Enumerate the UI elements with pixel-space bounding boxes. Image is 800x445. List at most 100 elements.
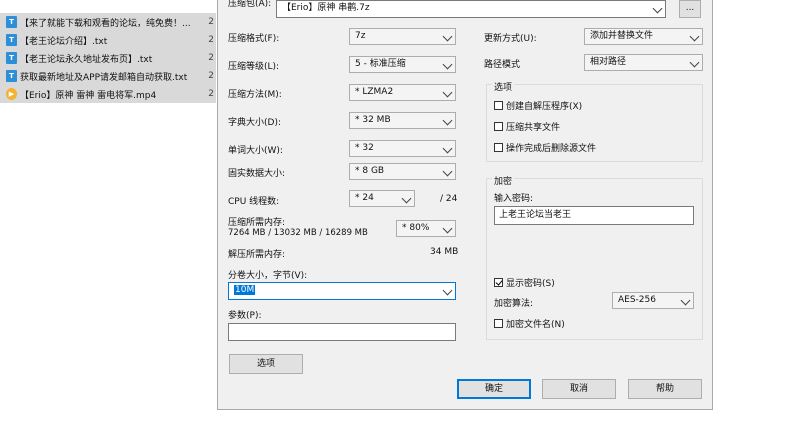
solid-select[interactable]: * 8 GB — [349, 163, 456, 180]
file-size: 2 — [208, 53, 214, 63]
chevron-down-icon — [442, 87, 453, 98]
show-password-checkbox[interactable]: 显示密码(S) — [494, 276, 555, 289]
dict-select[interactable]: * 32 MB — [349, 112, 456, 129]
checkbox-icon — [494, 122, 503, 131]
volume-size-combo[interactable]: 10M — [228, 282, 456, 300]
chevron-down-icon — [401, 193, 412, 204]
mem-label: 压缩所需内存: — [228, 218, 286, 228]
file-row[interactable]: ▶ 【Erio】原神 雷神 雷电将军.mp4 2 — [0, 85, 216, 103]
params-label: 参数(P): — [228, 311, 262, 321]
encryption-method-select[interactable]: AES-256 — [612, 292, 694, 309]
add-to-archive-dialog: 压缩包(A): 【Erio】原神 串鹳.7z ... 压缩格式(F): 7z 压… — [217, 0, 713, 410]
video-file-icon: ▶ — [6, 88, 17, 100]
decomp-value: 34 MB — [430, 247, 459, 257]
path-mode-select[interactable]: 相对路径 — [584, 54, 703, 71]
params-input[interactable] — [228, 323, 456, 341]
memory-percent-value: * 80% — [402, 223, 430, 233]
delete-after-checkbox[interactable]: 操作完成后删除源文件 — [494, 141, 596, 154]
method-label: 压缩方法(M): — [228, 90, 282, 100]
chevron-down-icon — [442, 143, 453, 154]
chevron-down-icon — [652, 3, 663, 14]
threads-select[interactable]: * 24 — [349, 190, 415, 207]
chevron-down-icon — [442, 59, 453, 70]
chevron-down-icon — [442, 223, 453, 234]
file-name: 【老王论坛介绍】.txt — [20, 36, 108, 47]
file-size: 2 — [208, 89, 214, 99]
create-sfx-label: 创建自解压程序(X) — [506, 102, 583, 112]
txt-file-icon: T — [6, 52, 17, 64]
method-select[interactable]: * LZMA2 — [349, 84, 456, 101]
chevron-down-icon — [442, 31, 453, 42]
word-label: 单词大小(W): — [228, 146, 283, 156]
chevron-down-icon — [442, 166, 453, 177]
path-label: 路径模式 — [484, 60, 521, 70]
mem-detail: 7264 MB / 13032 MB / 16289 MB — [228, 228, 368, 238]
chevron-down-icon — [442, 115, 453, 126]
checkbox-icon — [494, 101, 503, 110]
archive-name-combo[interactable]: 【Erio】原神 串鹳.7z — [276, 0, 666, 18]
file-name: 【老王论坛永久地址发布页】.txt — [20, 54, 153, 65]
volume-label: 分卷大小，字节(V): — [228, 271, 308, 281]
delete-after-label: 操作完成后删除源文件 — [506, 144, 597, 154]
file-row[interactable]: T 获取最新地址及APP请发邮箱自动获取.txt 2 — [0, 67, 216, 85]
file-row[interactable]: T 【来了就能下载和观看的论坛，纯免费！... 2 — [0, 13, 216, 31]
threads-max: / 24 — [440, 194, 458, 204]
file-name: 【来了就能下载和观看的论坛，纯免费！... — [20, 18, 191, 29]
volume-size-value: 10M — [234, 285, 256, 295]
cancel-button[interactable]: 取消 — [542, 379, 616, 399]
method-value: * LZMA2 — [355, 87, 394, 97]
password-input[interactable]: 上老王论坛当老王 — [494, 206, 694, 225]
txt-file-icon: T — [6, 34, 17, 46]
enc-method-label: 加密算法: — [494, 299, 534, 309]
encryption-group-title: 加密 — [492, 174, 515, 187]
decomp-label: 解压所需内存: — [228, 250, 286, 260]
format-select[interactable]: 7z — [349, 28, 456, 45]
archive-label: 压缩包(A): — [228, 0, 272, 9]
checkbox-icon — [494, 319, 503, 328]
txt-file-icon: T — [6, 16, 17, 28]
level-label: 压缩等级(L): — [228, 62, 280, 72]
password-label: 输入密码: — [494, 194, 534, 204]
word-select[interactable]: * 32 — [349, 140, 456, 157]
show-password-label: 显示密码(S) — [506, 279, 555, 289]
checkbox-checked-icon — [494, 278, 503, 287]
chevron-down-icon — [442, 285, 453, 296]
options-group-title: 选项 — [492, 80, 515, 93]
options-button[interactable]: 选项 — [229, 354, 303, 374]
path-mode-value: 相对路径 — [590, 57, 627, 67]
compress-shared-label: 压缩共享文件 — [506, 123, 561, 133]
file-size: 2 — [208, 17, 214, 27]
create-sfx-checkbox[interactable]: 创建自解压程序(X) — [494, 99, 582, 112]
solid-value: * 8 GB — [355, 166, 385, 176]
chevron-down-icon — [689, 57, 700, 68]
browse-button[interactable]: ... — [679, 0, 701, 18]
memory-percent-select[interactable]: * 80% — [396, 220, 456, 237]
dict-value: * 32 MB — [355, 115, 391, 125]
file-row[interactable]: T 【老王论坛介绍】.txt 2 — [0, 31, 216, 49]
chevron-down-icon — [689, 31, 700, 42]
file-size: 2 — [208, 35, 214, 45]
file-name: 获取最新地址及APP请发邮箱自动获取.txt — [20, 72, 188, 83]
encrypt-names-checkbox[interactable]: 加密文件名(N) — [494, 317, 565, 330]
level-value: 5 - 标准压缩 — [355, 59, 406, 69]
update-mode-select[interactable]: 添加并替换文件 — [584, 28, 703, 45]
threads-label: CPU 线程数: — [228, 197, 280, 207]
compress-shared-checkbox[interactable]: 压缩共享文件 — [494, 120, 560, 133]
chevron-down-icon — [680, 295, 691, 306]
file-row[interactable]: T 【老王论坛永久地址发布页】.txt 2 — [0, 49, 216, 67]
format-value: 7z — [355, 31, 366, 41]
ok-button[interactable]: 确定 — [457, 379, 531, 399]
update-label: 更新方式(U): — [484, 34, 537, 44]
help-button[interactable]: 帮助 — [628, 379, 702, 399]
encrypt-names-label: 加密文件名(N) — [506, 320, 565, 330]
level-select[interactable]: 5 - 标准压缩 — [349, 56, 456, 73]
file-size: 2 — [208, 71, 214, 81]
txt-file-icon: T — [6, 70, 17, 82]
word-value: * 32 — [355, 143, 374, 153]
update-mode-value: 添加并替换文件 — [590, 31, 654, 41]
dict-label: 字典大小(D): — [228, 118, 281, 128]
threads-value: * 24 — [355, 193, 374, 203]
file-list: T 【来了就能下载和观看的论坛，纯免费！... 2 T 【老王论坛介绍】.txt… — [0, 0, 216, 103]
format-label: 压缩格式(F): — [228, 34, 280, 44]
file-name: 【Erio】原神 雷神 雷电将军.mp4 — [20, 90, 157, 101]
